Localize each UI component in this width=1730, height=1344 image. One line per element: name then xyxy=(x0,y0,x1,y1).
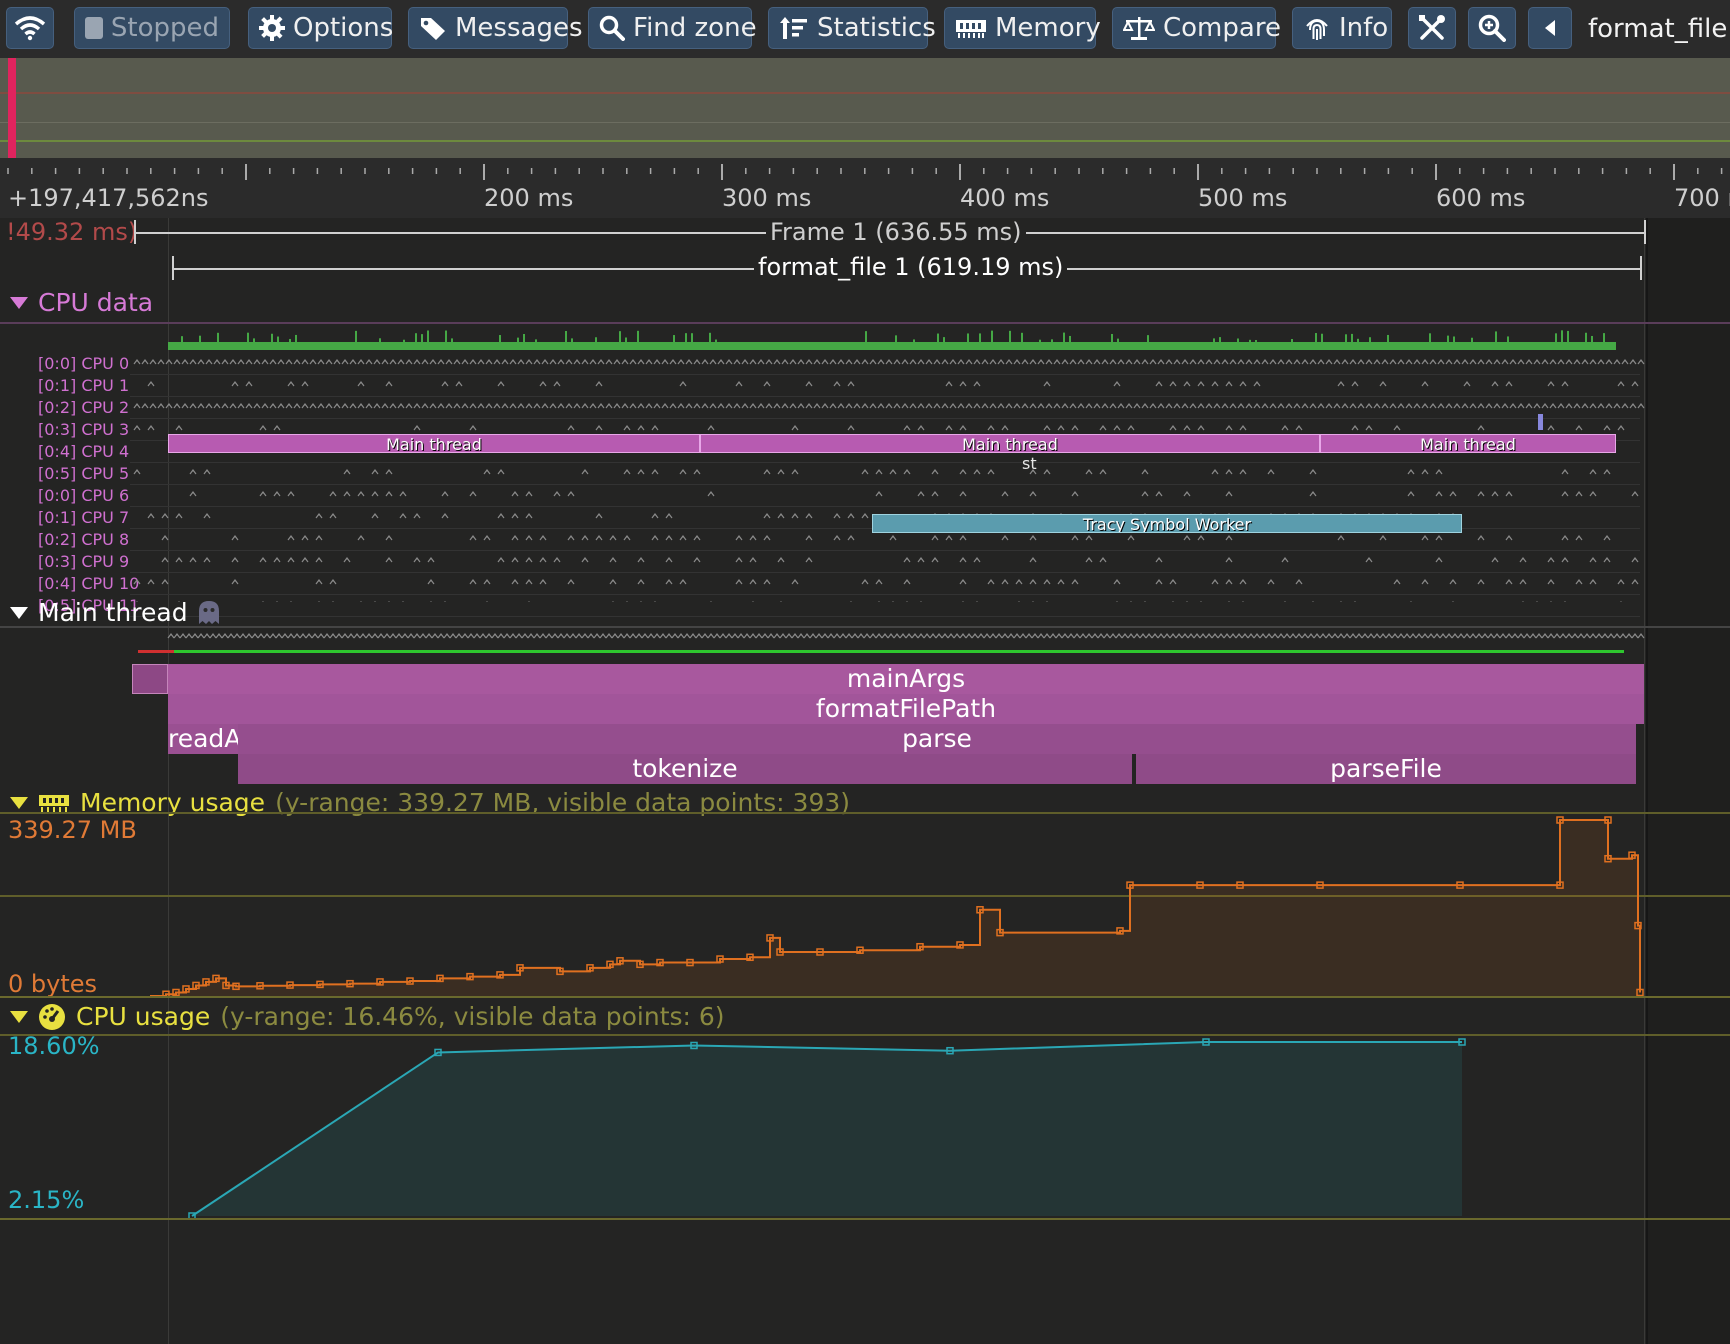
memory-max-label: 339.27 MB xyxy=(8,816,137,844)
cpu-block-symbol-worker[interactable]: Tracy Symbol Worker xyxy=(872,514,1462,533)
gear-icon xyxy=(259,15,285,41)
time-ruler[interactable]: +197,417,562ns 200 ms 300 ms 400 ms 500 … xyxy=(0,158,1730,218)
cpu-block-tiny[interactable] xyxy=(1538,414,1543,430)
options-button[interactable]: Options xyxy=(248,7,394,49)
cpu-activity-mark xyxy=(189,491,1639,497)
thread-wait-bar xyxy=(138,650,174,653)
sort-icon xyxy=(780,17,807,39)
cpu-min-label: 2.15% xyxy=(8,1186,85,1214)
previous-button[interactable] xyxy=(1528,7,1572,49)
previous-frame-label: !49.32 ms) xyxy=(6,218,138,246)
cpu-activity-mark xyxy=(161,535,1611,541)
cpu-block-main-thread[interactable]: Main thread xyxy=(700,434,1320,453)
zone-formatfilepath[interactable]: formatFilePath xyxy=(168,694,1644,724)
cpu-plot-header[interactable]: CPU usage (y-range: 16.46%, visible data… xyxy=(10,1002,725,1031)
statistics-button[interactable]: Statistics xyxy=(768,7,936,49)
toolbar: Stopped Options Messages Find zone Stati… xyxy=(0,0,1730,58)
collapse-icon xyxy=(10,606,28,619)
frame-span-label[interactable]: Frame 1 (636.55 ms) xyxy=(766,218,1026,246)
ruler-label: 500 ms xyxy=(1198,184,1288,212)
cpu-block-main-thread[interactable]: Main thread xyxy=(168,434,700,453)
cpu-activity-mark xyxy=(147,381,1639,387)
ruler-label: 400 ms xyxy=(960,184,1050,212)
cpu-activity-marks xyxy=(133,359,1645,602)
timeline-view[interactable]: !49.32 ms) Frame 1 (636.55 ms) format_fi… xyxy=(0,218,1730,1344)
main-thread-title: Main thread xyxy=(38,598,188,627)
zone-span-label[interactable]: format_file 1 (619.19 ms) xyxy=(754,253,1068,281)
memory-min-label: 0 bytes xyxy=(8,970,98,998)
info-button[interactable]: Info xyxy=(1292,7,1392,49)
cpu-activity-mark xyxy=(133,579,1639,585)
frame-overview[interactable] xyxy=(0,58,1730,158)
cpu-core-row xyxy=(130,616,1640,617)
search-icon xyxy=(599,15,625,41)
find-zone-button[interactable]: Find zone xyxy=(588,7,757,49)
context-switch-marks xyxy=(167,633,1645,639)
collapse-icon xyxy=(10,1010,28,1023)
thread-running-bar xyxy=(174,650,1624,653)
zone-tokenize[interactable]: tokenize xyxy=(238,754,1132,784)
zone-mainargs-pre[interactable] xyxy=(132,664,168,694)
zone-parse[interactable]: parse xyxy=(238,724,1636,754)
tools-icon xyxy=(1419,15,1445,40)
context-switch-mark xyxy=(167,633,1645,639)
fingerprint-icon xyxy=(1306,19,1328,40)
statistics-label: Statistics xyxy=(817,13,936,43)
zoom-in-icon xyxy=(1478,14,1506,42)
cpu-activity-mark xyxy=(161,557,1639,563)
messages-button[interactable]: Messages xyxy=(408,7,583,49)
memory-plot[interactable] xyxy=(0,810,1730,1000)
ruler-offset-label: +197,417,562ns xyxy=(8,184,209,212)
info-label: Info xyxy=(1339,13,1389,43)
find-zone-label: Find zone xyxy=(633,13,757,43)
collapse-icon xyxy=(10,796,28,809)
cpu-block-main-thread[interactable]: Main thread xyxy=(1320,434,1616,453)
cpu-block-small-label: st xyxy=(1022,454,1037,473)
memory-button[interactable]: Memory xyxy=(944,7,1101,49)
options-label: Options xyxy=(293,13,394,43)
wifi-icon xyxy=(14,16,46,41)
messages-label: Messages xyxy=(455,13,583,43)
ruler-label: 700 r xyxy=(1674,184,1730,212)
ghost-icon xyxy=(198,600,219,624)
tag-icon xyxy=(421,18,445,40)
memory-label: Memory xyxy=(995,13,1101,43)
cpu-plot-info: (y-range: 16.46%, visible data points: 6… xyxy=(220,1002,725,1031)
compare-label: Compare xyxy=(1163,13,1281,43)
cpu-plot-title: CPU usage xyxy=(76,1002,211,1031)
scale-icon xyxy=(1123,17,1155,40)
cpu-data-header[interactable]: CPU data xyxy=(10,288,153,317)
memory-icon xyxy=(956,20,986,38)
main-thread-header[interactable]: Main thread xyxy=(10,598,220,627)
zone-reada[interactable]: readA xyxy=(168,724,238,754)
connection-button[interactable] xyxy=(6,7,54,49)
ruler-label: 300 ms xyxy=(722,184,812,212)
stopped-button[interactable]: Stopped xyxy=(74,7,230,49)
collapse-icon xyxy=(10,296,28,309)
gauge-icon xyxy=(39,1003,65,1030)
caret-left-icon xyxy=(1545,20,1555,36)
cpu-usage-spikes xyxy=(181,330,1605,342)
memory-plot-area xyxy=(150,820,1640,996)
ruler-label: 600 ms xyxy=(1436,184,1526,212)
cpu-plot[interactable] xyxy=(0,1032,1730,1222)
cpu-activity-mark xyxy=(133,425,1625,431)
zone-parsefile[interactable]: parseFile xyxy=(1136,754,1636,784)
frame-cursor xyxy=(8,58,16,158)
zone-mainargs[interactable]: mainArgs xyxy=(168,664,1644,694)
cpu-plot-area xyxy=(192,1042,1462,1216)
stopped-label: Stopped xyxy=(110,13,219,43)
zoom-button[interactable] xyxy=(1468,7,1516,49)
ruler-label: 200 ms xyxy=(484,184,574,212)
compare-button[interactable]: Compare xyxy=(1112,7,1281,49)
toolbar-title: format_file: xyxy=(1588,14,1730,44)
cpu-activity-mark xyxy=(133,403,1645,409)
cpu-activity-mark xyxy=(133,359,1645,365)
cpu-activity-mark xyxy=(133,469,1611,475)
cpu-data-title: CPU data xyxy=(38,288,154,317)
tools-button[interactable] xyxy=(1408,7,1456,49)
stop-icon xyxy=(85,17,103,39)
cpu-max-label: 18.60% xyxy=(8,1032,100,1060)
